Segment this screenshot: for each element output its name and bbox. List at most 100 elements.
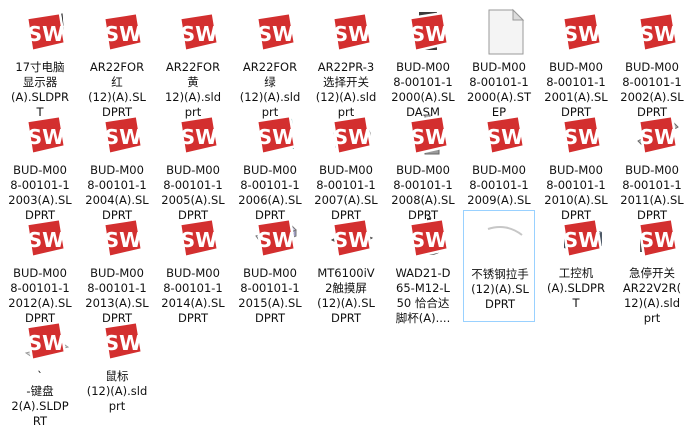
svg-text:SW: SW [640,228,677,252]
selector-switch-part-icon: SW [328,8,376,56]
file-item[interactable]: SW BUD-M00 8-00101-1 2005(A).SL DPRT [157,107,229,222]
solidworks-badge-icon: SW [25,114,67,156]
file-item[interactable]: 不锈钢拉手 (12)(A).SL DPRT [463,210,535,322]
solidworks-badge-icon: SW [255,217,297,259]
svg-text:SW: SW [28,228,65,252]
solidworks-badge-icon: SW [561,114,603,156]
file-item[interactable]: SW BUD-M00 8-00101-1 2010(A).SL DPRT [540,107,612,222]
solidworks-badge-icon: SW [408,114,450,156]
solidworks-badge-icon: SW [484,114,526,156]
file-item[interactable]: SW MT6100iV 2触摸屏 (12)(A).SL DPRT [310,210,382,325]
file-item[interactable]: SW BUD-M00 8-00101-1 2015(A).SL DPRT [234,210,306,325]
industrial-pc-part-icon: SW [558,214,606,262]
file-name-label: 不锈钢拉手 (12)(A).SL DPRT [471,267,529,311]
svg-text:SW: SW [411,228,448,252]
dark-block-part-icon: SW [99,214,147,262]
svg-text:SW: SW [334,22,371,46]
gray-plate-part-icon: SW [22,214,70,262]
file-name-label: 鼠标 (12)(A).sld prt [86,369,148,413]
file-item[interactable]: SW AR22FOR 红 (12)(A).SL DPRT [81,4,153,119]
file-item[interactable]: SWBUD-M00 8-00101-1 2009(A).SL DPRT [463,107,535,222]
file-name-label: ` -键盘 2(A).SLDP RT [11,369,69,428]
file-item[interactable]: SW BUD-M00 8-00101-1 2007(A).SL DPRT [310,107,382,222]
file-item[interactable]: SW 工控机 (A).SLDPR T [540,210,612,322]
file-item[interactable]: SW BUD-M00 8-00101-1 2001(A).SL DPRT [540,4,612,119]
file-item[interactable]: SW BUD-M00 8-00101-1 2000(A).SL DASM [387,4,459,119]
file-item[interactable]: SW WAD21-D 65-M12-L 50 恰合达 脚杯(A).... [387,210,459,325]
pushbutton-dark-part-icon: SW [252,8,300,56]
estop-part-icon: SW [634,214,682,262]
file-item[interactable]: SW AR22FOR 绿 (12)(A).sld prt [234,4,306,119]
svg-text:SW: SW [411,125,448,149]
solidworks-badge-icon: SW [561,11,603,53]
teal-plate-part-icon: SW [252,111,300,159]
file-name-label: 工控机 (A).SLDPR T [547,266,605,310]
solidworks-badge-icon: SW [255,11,297,53]
svg-text:SW: SW [564,228,601,252]
file-item[interactable]: SW AR22FOR 黄 12)(A).sld prt [157,4,229,119]
svg-text:SW: SW [105,125,142,149]
keyboard-part-icon: SW [22,317,70,365]
svg-text:SW: SW [28,125,65,149]
solidworks-badge-icon: SW [408,11,450,53]
file-item[interactable]: SW BUD-M00 8-00101-1 2012(A).SL DPRT [4,210,76,325]
monitor-part-icon: SW [22,8,70,56]
solidworks-badge-icon: SW [255,114,297,156]
file-item[interactable]: SW AR22PR-3 选择开关 (12)(A).sld prt [310,4,382,119]
svg-text:SW: SW [105,228,142,252]
file-item[interactable]: SW BUD-M00 8-00101-1 2002(A).SL DPRT [616,4,688,119]
file-item[interactable]: BUD-M00 8-00101-1 2000(A).ST EP [463,4,535,119]
solidworks-badge-icon: SW [637,217,679,259]
solidworks-badge-icon: SW [331,11,373,53]
file-name-label: MT6100iV 2触摸屏 (12)(A).SL DPRT [317,266,375,325]
svg-text:SW: SW [181,125,218,149]
solidworks-badge-icon: SW [178,217,220,259]
solidworks-badge-icon: SW [178,11,220,53]
gray-plate-part-icon: SW [99,111,147,159]
gray-plate-part-icon: SW [558,8,606,56]
svg-text:SW: SW [640,125,677,149]
svg-text:SW: SW [564,125,601,149]
blank-file-icon [481,8,529,56]
file-item[interactable]: SW BUD-M00 8-00101-1 2006(A).SL DPRT [234,107,306,222]
solidworks-badge-icon: SW [102,217,144,259]
bracket-part-icon: SW [328,111,376,159]
svg-text:SW: SW [105,331,142,355]
pushbutton-part-icon: SW [99,8,147,56]
file-name-label: WAD21-D 65-M12-L 50 恰合达 脚杯(A).... [395,266,451,325]
file-item[interactable]: SW 急停开关 AR22V2R( 12)(A).sld prt [616,210,688,325]
touchscreen-part-icon: SW [328,214,376,262]
file-item[interactable]: SW BUD-M00 8-00101-1 2014(A).SL DPRT [157,210,229,325]
svg-text:SW: SW [411,22,448,46]
file-icon-grid: SW 17寸电脑 显示器 (A).SLDPR T SW AR22FOR 红 (12)(… [0,0,694,440]
solidworks-badge-icon: SW [561,217,603,259]
svg-text:SW: SW [181,22,218,46]
dark-block-part-icon: SW [558,111,606,159]
gray-plate-part-icon: SW [175,214,223,262]
file-item[interactable]: SW ` -键盘 2(A).SLDP RT [4,313,76,428]
solidworks-badge-icon: SW [331,217,373,259]
svg-text:SW: SW [181,228,218,252]
beam-part-icon: SW [252,214,300,262]
slot-bar-part-icon: SW [634,111,682,159]
file-item[interactable]: SW BUD-M00 8-00101-1 2013(A).SL DPRT [81,210,153,325]
file-item[interactable]: SW BUD-M00 8-00101-1 2003(A).SL DPRT [4,107,76,222]
svg-text:SW: SW [105,22,142,46]
svg-text:SW: SW [334,125,371,149]
green-board-part-icon: SW [22,111,70,159]
mouse-part-icon: SW [99,317,147,365]
green-board-part-icon: SW [481,111,529,159]
file-item[interactable]: SW 鼠标 (12)(A).sld prt [81,313,153,425]
svg-text:SW: SW [334,228,371,252]
file-item[interactable]: SW BUD-M00 8-00101-1 2004(A).SL DPRT [81,107,153,222]
file-item[interactable]: SW BUD-M00 8-00101-1 2008(A).SL DPRT [387,107,459,222]
svg-text:SW: SW [564,22,601,46]
svg-text:SW: SW [258,125,295,149]
rod-part-icon: SW [405,111,453,159]
solidworks-badge-icon: SW [25,320,67,362]
file-item[interactable]: SW BUD-M00 8-00101-1 2011(A).SL DPRT [616,107,688,222]
file-name-label: BUD-M00 8-00101-1 2015(A).SL DPRT [238,266,302,325]
file-item[interactable]: SW 17寸电脑 显示器 (A).SLDPR T [4,4,76,119]
solidworks-badge-icon: SW [637,114,679,156]
yellow-bracket-part-icon: SW [175,111,223,159]
